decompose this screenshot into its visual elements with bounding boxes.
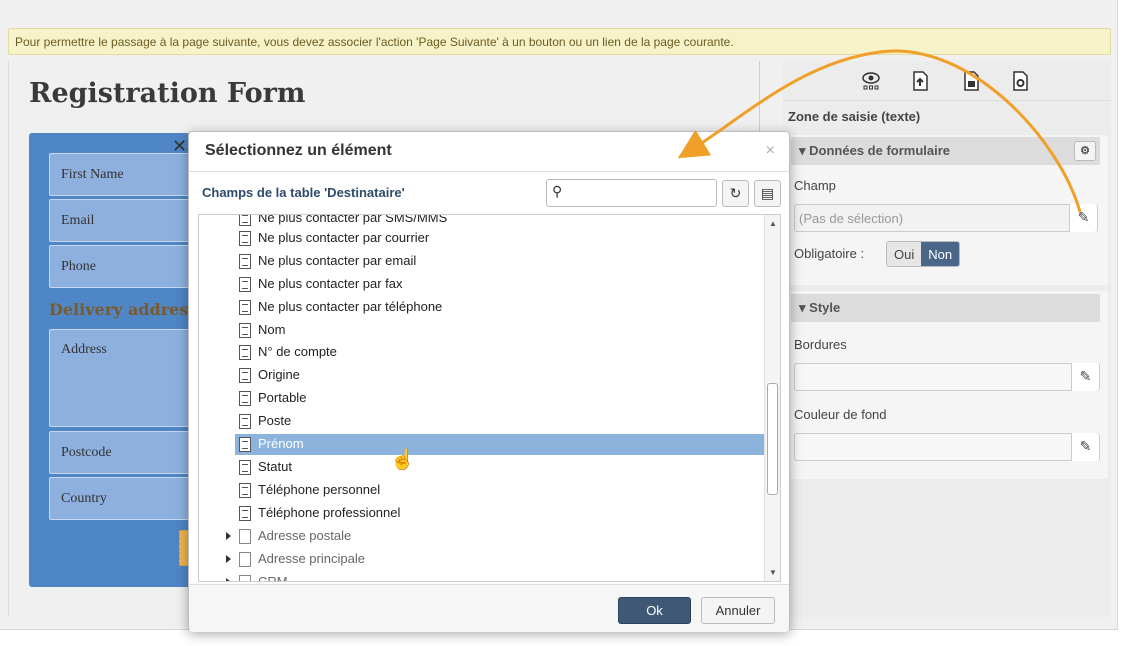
list-item[interactable]: Portable	[199, 388, 780, 409]
list-item[interactable]: Nom	[199, 320, 780, 341]
field-icon	[239, 506, 251, 521]
bordures-field[interactable]: ✎	[794, 363, 1100, 391]
pencil-icon[interactable]: ✎	[1069, 204, 1097, 232]
field-icon	[239, 254, 251, 269]
dialog-title: Sélectionnez un élément	[205, 142, 392, 159]
form-data-header[interactable]: ▾ Données de formulaire ⚙	[791, 137, 1100, 165]
list-item[interactable]: Ne plus contacter par SMS/MMS	[199, 215, 780, 229]
champ-field[interactable]: (Pas de sélection) ✎	[794, 204, 1098, 232]
field-icon	[239, 323, 251, 338]
caret-down-icon: ▾	[799, 143, 806, 158]
tree-node[interactable]: Adresse postale	[199, 526, 780, 547]
field-icon	[239, 215, 251, 226]
scroll-down-icon[interactable]: ▼	[769, 568, 777, 577]
field-icon	[239, 391, 251, 406]
scroll-up-icon[interactable]: ▲	[769, 219, 777, 228]
list-item-selected[interactable]: Prénom	[199, 434, 780, 455]
field-tree[interactable]: Ne plus contacter par SMS/MMS Ne plus co…	[198, 214, 781, 582]
list-item[interactable]: Ne plus contacter par courrier	[199, 228, 780, 249]
list-item[interactable]: Statut	[199, 457, 780, 478]
caret-down-icon: ▾	[799, 300, 806, 315]
dialog-footer: Ok Annuler	[189, 584, 789, 632]
hand-cursor-icon: ☝	[390, 449, 415, 471]
expand-icon[interactable]	[226, 532, 231, 540]
list-item[interactable]: Ne plus contacter par fax	[199, 274, 780, 295]
list-view-icon[interactable]: ▤	[754, 180, 781, 207]
close-icon[interactable]: ×	[766, 142, 775, 160]
tree-scrollbar[interactable]: ▲ ▼	[764, 215, 780, 581]
field-icon	[239, 368, 251, 383]
scroll-thumb[interactable]	[767, 383, 778, 495]
page-settings-icon[interactable]	[1010, 69, 1032, 93]
panel-title: Zone de saisie (texte)	[788, 109, 921, 124]
list-item[interactable]: Ne plus contacter par téléphone	[199, 297, 780, 318]
list-item[interactable]: Téléphone personnel	[199, 480, 780, 501]
first-name-field[interactable]: First Name	[49, 153, 218, 196]
list-item[interactable]: Ne plus contacter par email	[199, 251, 780, 272]
delivery-address-heading: Delivery address	[49, 300, 198, 319]
pencil-icon[interactable]: ✎	[1071, 433, 1099, 461]
postcode-field[interactable]: Postcode	[49, 431, 218, 474]
country-field[interactable]: Country	[49, 477, 218, 520]
pencil-icon[interactable]: ✎	[1071, 363, 1099, 391]
champ-label: Champ	[794, 178, 836, 193]
expand-icon[interactable]	[226, 578, 231, 581]
properties-panel: Zone de saisie (texte) ▾ Données de form…	[783, 61, 1111, 617]
form-title: Registration Form	[29, 78, 306, 109]
oui-option[interactable]: Oui	[887, 242, 922, 266]
gear-icon[interactable]: ⚙	[1074, 141, 1096, 161]
non-option[interactable]: Non	[921, 242, 960, 266]
obligatoire-label: Obligatoire :	[794, 246, 865, 261]
field-icon	[239, 483, 251, 498]
warning-notice: Pour permettre le passage à la page suiv…	[8, 28, 1111, 55]
list-item[interactable]: N° de compte	[199, 342, 780, 363]
bordures-label: Bordures	[794, 337, 847, 352]
folder-icon	[239, 552, 251, 567]
tree-node[interactable]: CRM	[199, 572, 780, 581]
field-icon	[239, 345, 251, 360]
select-element-dialog: Sélectionnez un élément × Champs de la t…	[188, 131, 790, 632]
list-item[interactable]: Origine	[199, 365, 780, 386]
style-header[interactable]: ▾ Style	[791, 294, 1100, 322]
couleur-field[interactable]: ✎	[794, 433, 1100, 461]
email-field[interactable]: Email	[49, 199, 218, 242]
page-up-icon[interactable]	[910, 69, 932, 93]
field-icon	[239, 460, 251, 475]
couleur-label: Couleur de fond	[794, 407, 887, 422]
field-icon	[239, 414, 251, 429]
ok-button[interactable]: Ok	[618, 597, 691, 624]
search-icon: ⚲	[552, 183, 563, 199]
field-icon	[239, 300, 251, 315]
field-icon	[239, 437, 251, 452]
address-field[interactable]: Address	[49, 329, 218, 427]
refresh-icon[interactable]: ↻	[722, 180, 749, 207]
link-icon	[239, 575, 251, 581]
dialog-subtitle: Champs de la table 'Destinataire'	[202, 185, 405, 200]
properties-toolbar	[783, 61, 1111, 101]
list-item[interactable]: Téléphone professionnel	[199, 503, 780, 524]
obligatoire-toggle[interactable]: Oui Non	[886, 241, 961, 267]
eye-icon[interactable]	[860, 69, 882, 93]
cancel-button[interactable]: Annuler	[701, 597, 775, 624]
list-item[interactable]: Poste	[199, 411, 780, 432]
field-icon	[239, 231, 251, 246]
folder-icon	[239, 529, 251, 544]
search-input[interactable]: ⚲	[546, 179, 717, 207]
tree-node[interactable]: Adresse principale	[199, 549, 780, 570]
field-icon	[239, 277, 251, 292]
expand-icon[interactable]	[226, 555, 231, 563]
page-copy-icon[interactable]	[961, 69, 983, 93]
phone-field[interactable]: Phone	[49, 245, 218, 288]
